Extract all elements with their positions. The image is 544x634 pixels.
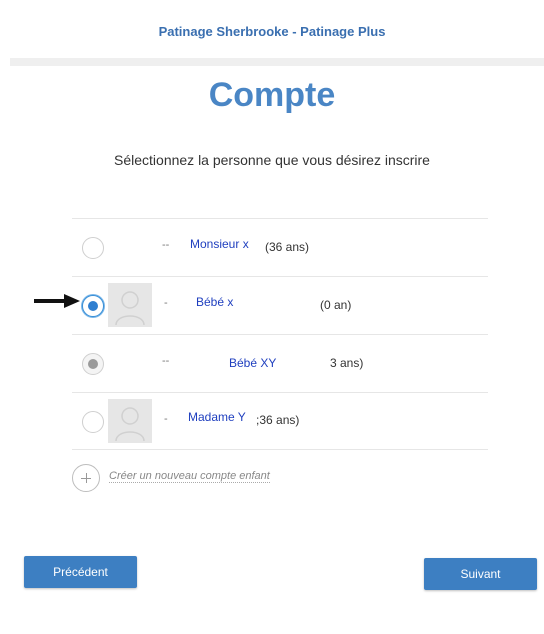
- page-subtitle: Sélectionnez la personne que vous désire…: [114, 152, 430, 168]
- avatar-placeholder-icon: [108, 399, 152, 443]
- header-divider: [10, 58, 544, 66]
- next-button[interactable]: Suivant: [424, 558, 537, 590]
- person-radio-selected[interactable]: [82, 295, 104, 317]
- previous-button[interactable]: Précédent: [24, 556, 137, 588]
- person-age: (36 ans): [265, 240, 310, 254]
- page-title: Compte: [208, 76, 336, 114]
- person-radio[interactable]: [82, 411, 104, 433]
- person-radio-disabled: [82, 353, 104, 375]
- org-header-title: Patinage Sherbrooke - Patinage Plus: [158, 24, 386, 39]
- person-row[interactable]: -- Monsieur x (36 ans): [72, 218, 488, 276]
- create-child-account-link[interactable]: Créer un nouveau compte enfant: [109, 470, 270, 483]
- person-separator: -: [164, 297, 168, 309]
- person-name: Bébé XY: [229, 356, 277, 370]
- person-separator: -: [164, 413, 168, 425]
- person-radio[interactable]: [82, 237, 104, 259]
- person-row[interactable]: - Bébé x (0 an): [72, 276, 488, 334]
- person-list: -- Monsieur x (36 ans) - Bébé x (0 an) -…: [72, 218, 488, 450]
- plus-circle-icon[interactable]: [72, 464, 100, 492]
- person-separator: --: [162, 355, 170, 367]
- person-age: ;36 ans): [256, 413, 300, 427]
- create-child-account[interactable]: Créer un nouveau compte enfant: [72, 464, 372, 492]
- person-name[interactable]: Madame Y: [188, 410, 246, 424]
- person-separator: --: [162, 239, 170, 251]
- person-name[interactable]: Monsieur x: [190, 237, 249, 251]
- person-age: 3 ans): [330, 356, 364, 370]
- person-name[interactable]: Bébé x: [196, 295, 233, 309]
- person-row[interactable]: - Madame Y ;36 ans): [72, 392, 488, 450]
- avatar-placeholder-icon: [108, 283, 152, 327]
- person-age: (0 an): [320, 298, 352, 312]
- person-row: -- Bébé XY 3 ans): [72, 334, 488, 392]
